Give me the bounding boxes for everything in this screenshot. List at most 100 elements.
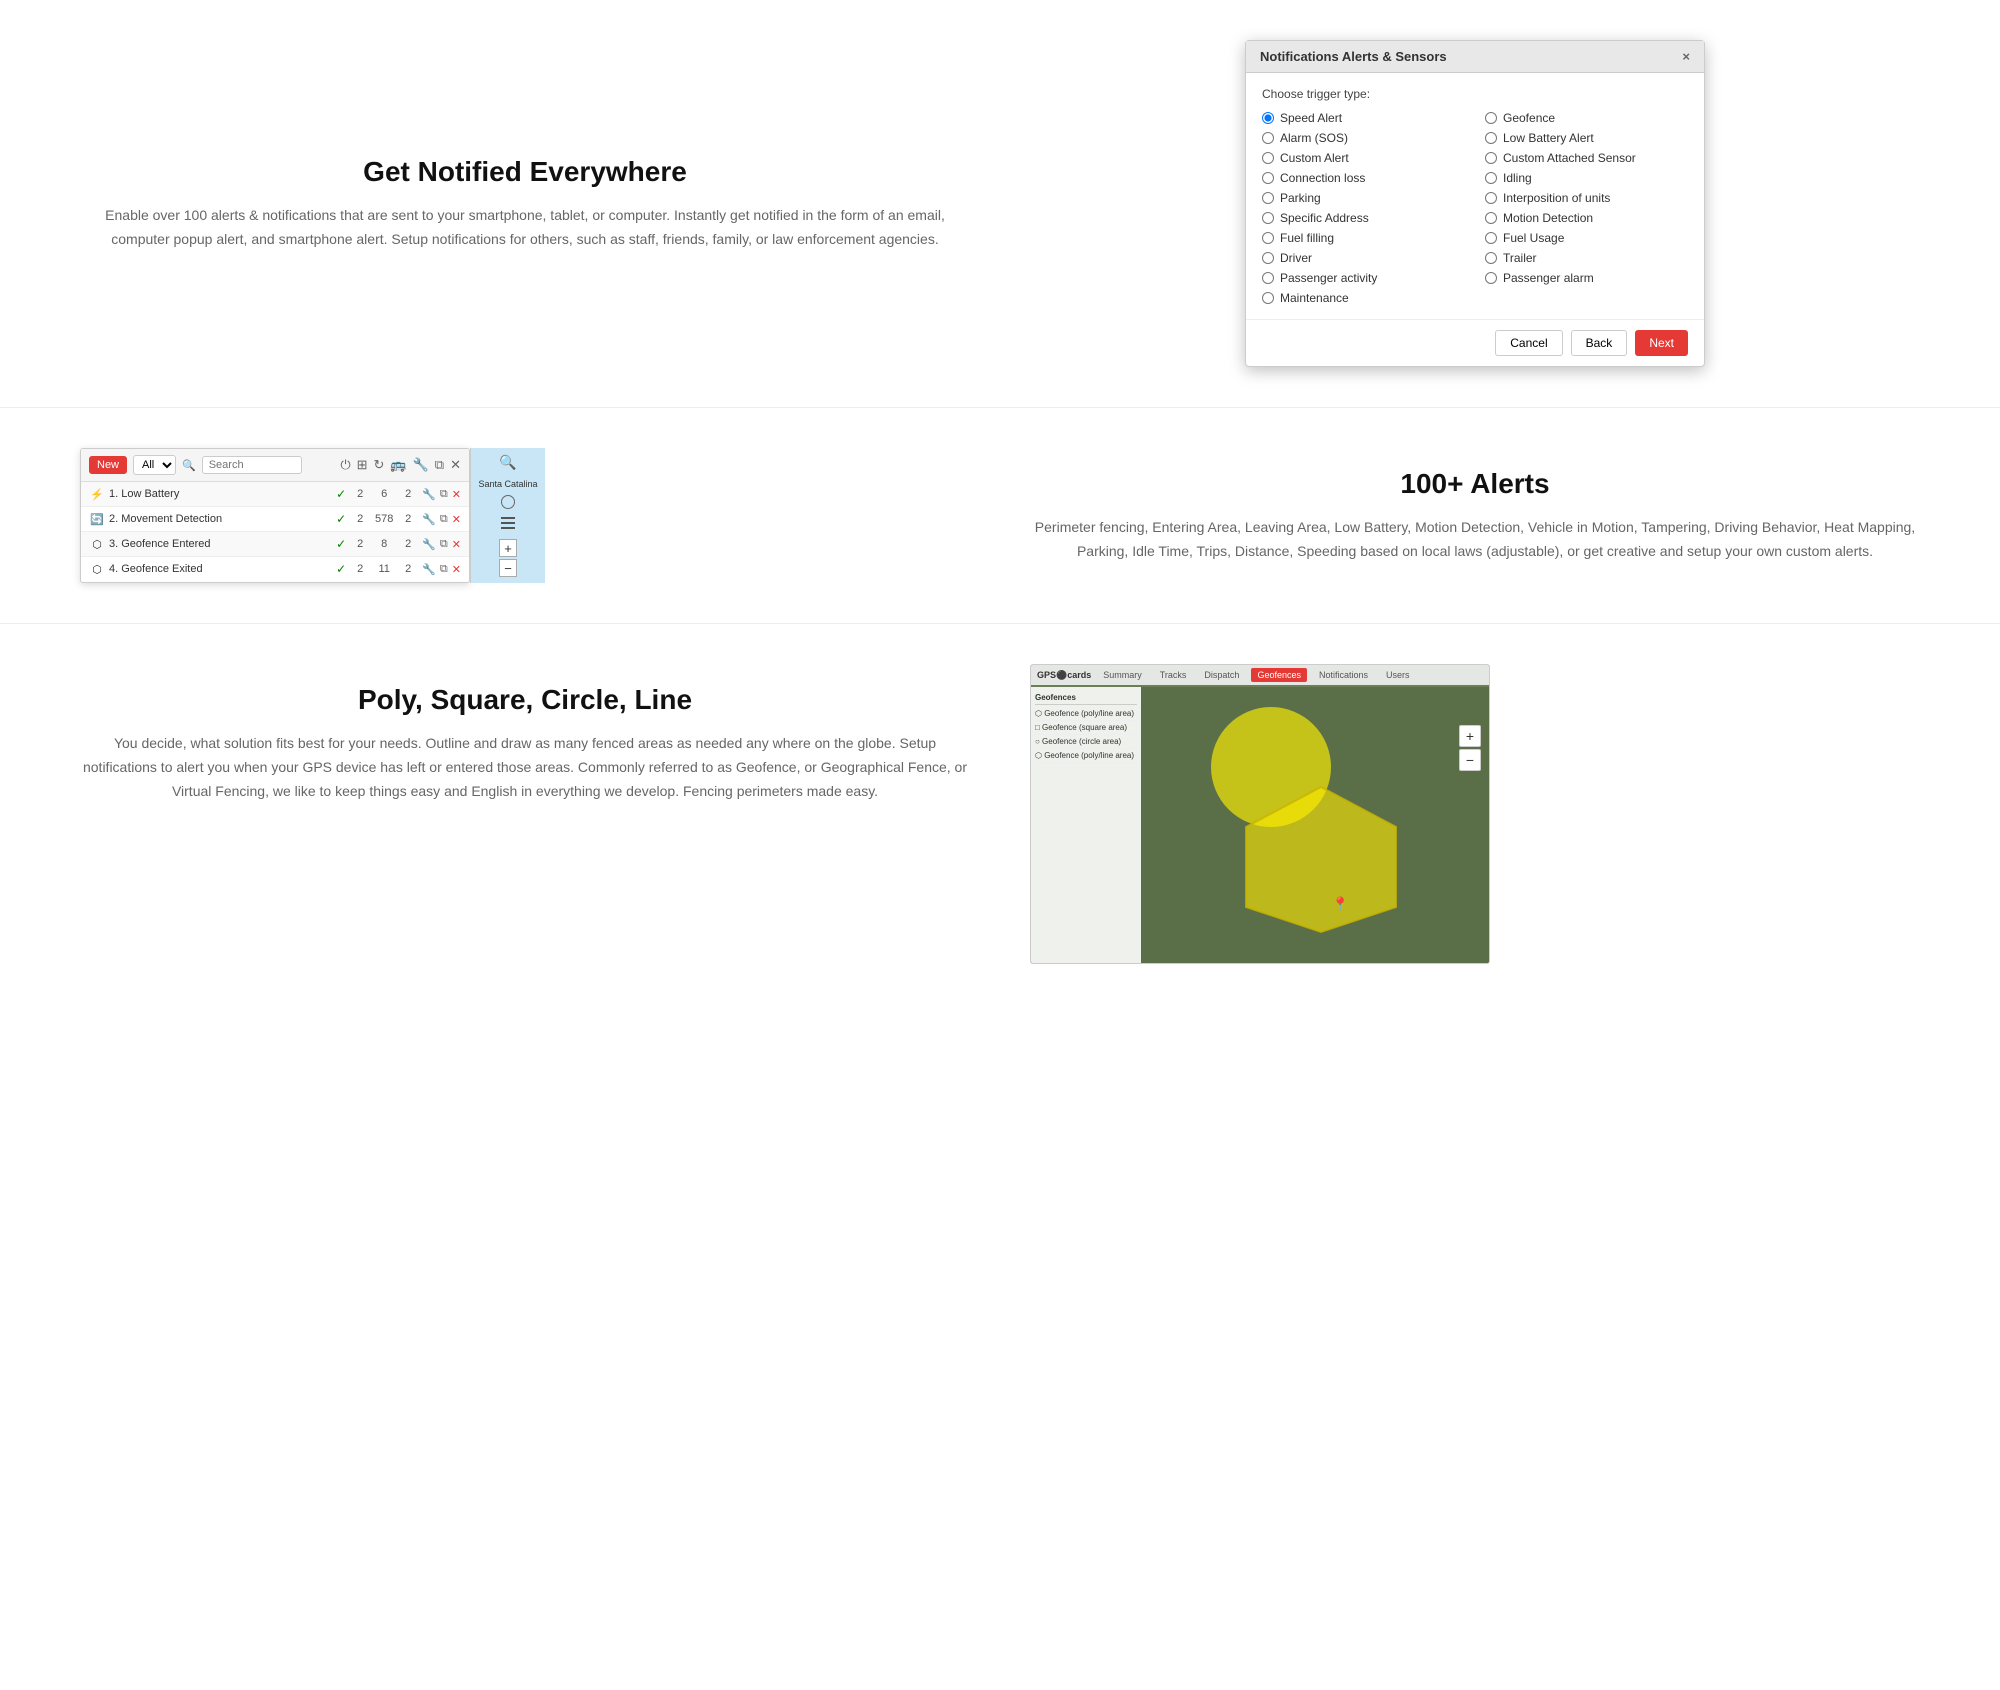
alert-row-movement: 🔄 2. Movement Detection ✓ 2 578 2 🔧 ⧉ ✕ <box>81 507 469 532</box>
power-icon[interactable]: ⏻ <box>340 457 350 473</box>
radio-fuel-filling[interactable]: Fuel filling <box>1262 231 1465 245</box>
new-alert-button[interactable]: New <box>89 456 127 474</box>
alert-name-geo-exited: 4. Geofence Exited <box>109 563 332 575</box>
geofence-title: Poly, Square, Circle, Line <box>80 684 970 716</box>
alerts-title: 100+ Alerts <box>1030 468 1920 500</box>
radio-parking[interactable]: Parking <box>1262 191 1465 205</box>
alert-toolbar: New All 🔍 ⏻ ⊞ ↻ 🚌 🔧 ⧉ ✕ <box>81 449 469 482</box>
map-label: Santa Catalina <box>478 479 537 489</box>
modal-options-grid: Speed Alert Geofence Alarm (SOS) Low Bat… <box>1262 111 1688 305</box>
geofence-mockup: GPS⚫cards Summary Tracks Dispatch Geofen… <box>1030 664 1490 964</box>
geofence-text: Poly, Square, Circle, Line You decide, w… <box>80 664 970 803</box>
tab-dispatch[interactable]: Dispatch <box>1198 668 1245 682</box>
movement-icon: 🔄 <box>89 513 105 526</box>
notifications-modal: Notifications Alerts & Sensors × Choose … <box>1245 40 1705 367</box>
tab-geofences[interactable]: Geofences <box>1251 668 1307 682</box>
modal-title: Notifications Alerts & Sensors <box>1260 49 1447 64</box>
alerts-text: 100+ Alerts Perimeter fencing, Entering … <box>1030 448 1920 564</box>
radio-passenger-alarm[interactable]: Passenger alarm <box>1485 271 1688 285</box>
search-input[interactable] <box>202 456 302 474</box>
section-notifications: Get Notified Everywhere Enable over 100 … <box>0 0 2000 408</box>
section-alerts: New All 🔍 ⏻ ⊞ ↻ 🚌 🔧 ⧉ ✕ <box>0 408 2000 624</box>
geo-sidebar: Geofences ⬡ Geofence (poly/line area) □ … <box>1031 687 1141 963</box>
tool-icon[interactable]: 🔧 <box>413 457 429 473</box>
magnify-icon[interactable]: 🔍 <box>499 454 516 471</box>
zoom-in-button[interactable]: + <box>1459 725 1481 747</box>
alert-name-geo-entered: 3. Geofence Entered <box>109 538 332 550</box>
notifications-image-col: Notifications Alerts & Sensors × Choose … <box>1030 40 1920 367</box>
alerts-image-col: New All 🔍 ⏻ ⊞ ↻ 🚌 🔧 ⧉ ✕ <box>80 448 970 583</box>
radio-idling[interactable]: Idling <box>1485 171 1688 185</box>
zoom-out-mini[interactable]: − <box>499 559 517 577</box>
radio-specific-address[interactable]: Specific Address <box>1262 211 1465 225</box>
zoom-in-mini[interactable]: + <box>499 539 517 557</box>
geo-sidebar-row-3[interactable]: ○ Geofence (circle area) <box>1035 735 1137 749</box>
notifications-title: Get Notified Everywhere <box>80 156 970 188</box>
filter-select[interactable]: All <box>133 455 176 475</box>
radio-custom-sensor[interactable]: Custom Attached Sensor <box>1485 151 1688 165</box>
radio-trailer[interactable]: Trailer <box>1485 251 1688 265</box>
modal-close-button[interactable]: × <box>1682 49 1690 64</box>
delete-geo-exited[interactable]: ✕ <box>452 563 461 576</box>
section-geofence: Poly, Square, Circle, Line You decide, w… <box>0 624 2000 1004</box>
radio-fuel-usage[interactable]: Fuel Usage <box>1485 231 1688 245</box>
delete-movement[interactable]: ✕ <box>452 513 461 526</box>
cancel-button[interactable]: Cancel <box>1495 330 1562 356</box>
delete-geo-entered[interactable]: ✕ <box>452 538 461 551</box>
refresh-icon[interactable]: ↻ <box>374 457 385 473</box>
geo-hexagon-shape <box>1231 777 1411 937</box>
zoom-out-button[interactable]: − <box>1459 749 1481 771</box>
alert-row-geo-entered: ⬡ 3. Geofence Entered ✓ 2 8 2 🔧 ⧉ ✕ <box>81 532 469 557</box>
vehicle-icon[interactable]: 🚌 <box>390 457 406 473</box>
delete-low-battery[interactable]: ✕ <box>452 488 461 501</box>
screen-icon[interactable]: ⊞ <box>357 457 368 473</box>
radio-passenger-activity[interactable]: Passenger activity <box>1262 271 1465 285</box>
radio-alarm-sos[interactable]: Alarm (SOS) <box>1262 131 1465 145</box>
tab-summary[interactable]: Summary <box>1097 668 1148 682</box>
radio-interposition[interactable]: Interposition of units <box>1485 191 1688 205</box>
tab-tracks[interactable]: Tracks <box>1154 668 1193 682</box>
geo-sidebar-row-2[interactable]: □ Geofence (square area) <box>1035 721 1137 735</box>
trigger-label: Choose trigger type: <box>1262 87 1688 101</box>
layers-icon[interactable] <box>500 517 516 531</box>
battery-icon: ⚡ <box>89 488 105 501</box>
geo-toolbar: GPS⚫cards Summary Tracks Dispatch Geofen… <box>1031 665 1489 685</box>
modal-header: Notifications Alerts & Sensors × <box>1246 41 1704 73</box>
notifications-text: Get Notified Everywhere Enable over 100 … <box>80 156 970 252</box>
radio-driver[interactable]: Driver <box>1262 251 1465 265</box>
next-button[interactable]: Next <box>1635 330 1688 356</box>
geo-sidebar-row-1[interactable]: ⬡ Geofence (poly/line area) <box>1035 707 1137 721</box>
close-icon[interactable]: ✕ <box>450 457 461 473</box>
alert-action-icons: ⏻ ⊞ ↻ 🚌 🔧 ⧉ ✕ <box>340 457 461 473</box>
radio-speed-alert[interactable]: Speed Alert <box>1262 111 1465 125</box>
mini-map-panel: 🔍 Santa Catalina + − <box>470 448 545 583</box>
back-button[interactable]: Back <box>1571 330 1628 356</box>
radio-low-battery-alert[interactable]: Low Battery Alert <box>1485 131 1688 145</box>
tab-users[interactable]: Users <box>1380 668 1416 682</box>
geo-sidebar-row-4[interactable]: ⬡ Geofence (poly/line area) <box>1035 749 1137 763</box>
tab-notifications[interactable]: Notifications <box>1313 668 1374 682</box>
copy-icon[interactable]: ⧉ <box>435 457 444 473</box>
alert-mockup: New All 🔍 ⏻ ⊞ ↻ 🚌 🔧 ⧉ ✕ <box>80 448 470 583</box>
radio-connection-loss[interactable]: Connection loss <box>1262 171 1465 185</box>
modal-footer: Cancel Back Next <box>1246 319 1704 366</box>
geo-sidebar-header: Geofences <box>1035 691 1137 705</box>
alert-list-container: New All 🔍 ⏻ ⊞ ↻ 🚌 🔧 ⧉ ✕ <box>80 448 970 583</box>
radio-geofence[interactable]: Geofence <box>1485 111 1688 125</box>
geo-enter-icon: ⬡ <box>89 538 105 551</box>
geo-zoom-controls: + − <box>1459 725 1481 771</box>
modal-body: Choose trigger type: Speed Alert Geofenc… <box>1246 73 1704 319</box>
radio-motion-detection[interactable]: Motion Detection <box>1485 211 1688 225</box>
alert-row-low-battery: ⚡ 1. Low Battery ✓ 2 6 2 🔧 ⧉ ✕ <box>81 482 469 507</box>
alerts-description: Perimeter fencing, Entering Area, Leavin… <box>1030 516 1920 564</box>
radio-custom-alert[interactable]: Custom Alert <box>1262 151 1465 165</box>
notifications-description: Enable over 100 alerts & notifications t… <box>80 204 970 252</box>
radio-maintenance[interactable]: Maintenance <box>1262 291 1465 305</box>
alert-row-geo-exited: ⬡ 4. Geofence Exited ✓ 2 11 2 🔧 ⧉ ✕ <box>81 557 469 581</box>
geofence-description: You decide, what solution fits best for … <box>80 732 970 803</box>
map-pin: 📍 <box>1332 896 1349 913</box>
alert-name-low-battery: 1. Low Battery <box>109 488 332 500</box>
geo-exit-icon: ⬡ <box>89 563 105 576</box>
map-circle-indicator <box>501 495 515 509</box>
geofence-image-col: GPS⚫cards Summary Tracks Dispatch Geofen… <box>1030 664 1920 964</box>
